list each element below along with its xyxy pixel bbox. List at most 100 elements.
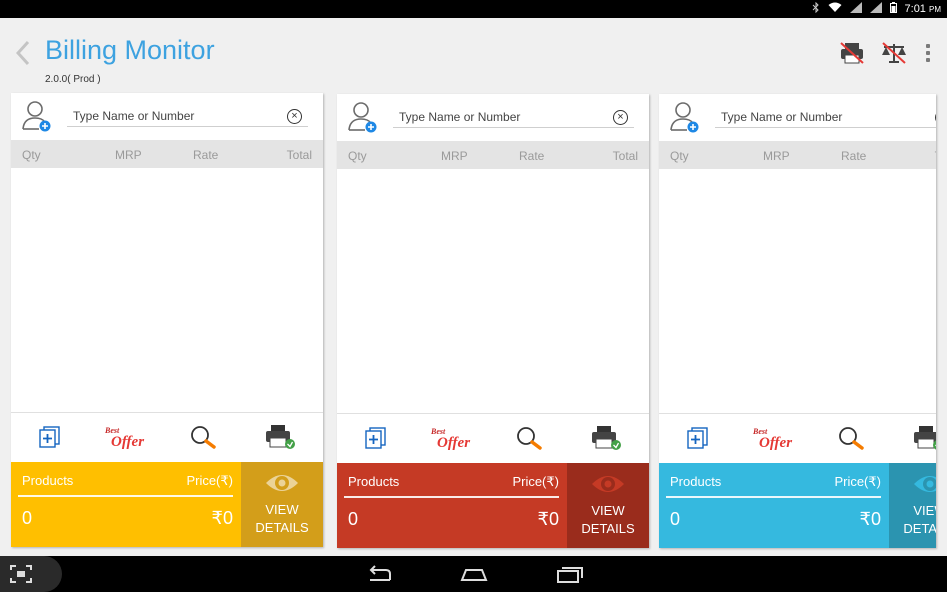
eye-icon xyxy=(266,475,298,491)
scale-disabled-icon[interactable] xyxy=(881,40,907,66)
clock-time: 7:01 xyxy=(904,3,926,15)
item-list[interactable] xyxy=(659,169,936,409)
clear-icon[interactable]: × xyxy=(935,110,936,125)
customer-search-input[interactable] xyxy=(67,107,277,125)
best-offer-icon[interactable]: Best Offer xyxy=(749,425,801,451)
column-header: Qty MRP Rate Total xyxy=(337,141,649,169)
products-label: Products xyxy=(22,473,74,488)
print-icon[interactable] xyxy=(913,425,936,451)
customer-search: × xyxy=(67,107,308,127)
search-icon[interactable] xyxy=(515,425,545,451)
customer-row: × xyxy=(337,94,649,140)
customer-row: × xyxy=(11,93,323,139)
offer-text: Offer xyxy=(437,435,470,450)
add-customer-icon[interactable] xyxy=(348,101,378,133)
products-count: 0 xyxy=(22,508,33,528)
eye-icon xyxy=(592,476,624,492)
view-details-line1: VIEW xyxy=(591,503,625,518)
navigation-bar xyxy=(0,556,947,592)
column-mrp: MRP xyxy=(441,149,468,163)
column-rate: Rate xyxy=(841,149,867,163)
customer-search-input[interactable] xyxy=(715,108,925,126)
add-item-icon[interactable] xyxy=(683,425,713,451)
printer-disabled-icon[interactable] xyxy=(839,40,865,66)
add-customer-icon[interactable] xyxy=(670,101,700,133)
price-total: ₹0 xyxy=(211,508,233,528)
back-icon[interactable] xyxy=(15,40,36,68)
column-total: Total xyxy=(612,149,638,163)
column-header: Qty MRP Rate Total xyxy=(659,141,936,169)
search-icon[interactable] xyxy=(189,424,219,450)
column-qty: Qty xyxy=(348,149,367,163)
bill-footer: Products Price(₹) 0 ₹0 VIEW DETAILS xyxy=(11,462,323,547)
price-total: ₹0 xyxy=(537,509,559,529)
print-icon[interactable] xyxy=(265,424,295,450)
view-details-button[interactable]: VIEW DETAILS xyxy=(241,462,323,547)
column-header: Qty MRP Rate Total xyxy=(11,140,323,168)
app-title: Billing Monitor xyxy=(45,35,215,65)
column-mrp: MRP xyxy=(763,149,790,163)
app-version: 2.0.0( Prod ) xyxy=(45,74,101,85)
battery-icon xyxy=(889,2,897,16)
view-details-line2: DETAILS xyxy=(581,521,635,536)
signal-icon xyxy=(849,2,862,16)
item-list[interactable] xyxy=(337,169,649,409)
panel-toolbar: Best Offer xyxy=(11,412,323,462)
action-bar-icons xyxy=(839,40,933,66)
products-label: Products xyxy=(348,474,400,489)
billing-panel-2: × Qty MRP Rate Total Best Offer Products… xyxy=(337,94,649,548)
bill-summary: Products Price(₹) 0 ₹0 xyxy=(337,463,567,548)
price-total: ₹0 xyxy=(859,509,881,529)
column-qty: Qty xyxy=(670,149,689,163)
back-nav-icon[interactable] xyxy=(366,564,394,589)
eye-icon xyxy=(914,476,936,492)
products-label: Products xyxy=(670,474,722,489)
recent-apps-icon[interactable] xyxy=(556,564,584,589)
view-details-line2: DETAILS xyxy=(255,520,309,535)
price-label: Price(₹) xyxy=(834,474,881,489)
view-details-button[interactable]: VIEW DETAILS xyxy=(567,463,649,548)
status-icons: 7:01 PM xyxy=(812,1,941,16)
products-count: 0 xyxy=(348,509,359,529)
best-offer-icon[interactable]: Best Offer xyxy=(101,424,153,450)
bill-footer: Products Price(₹) 0 ₹0 VIEW DETAILS xyxy=(337,463,649,548)
offer-text: Offer xyxy=(759,435,792,450)
view-details-button[interactable]: VIEW DETAILS xyxy=(889,463,936,548)
bill-summary: Products Price(₹) 0 ₹0 xyxy=(11,462,241,547)
column-total: Total xyxy=(935,149,936,163)
signal-icon xyxy=(869,2,882,16)
customer-search: × xyxy=(715,108,936,128)
summary-divider xyxy=(18,495,233,497)
column-qty: Qty xyxy=(22,148,41,162)
bluetooth-icon xyxy=(812,1,820,16)
offer-text: Offer xyxy=(111,434,144,449)
column-rate: Rate xyxy=(193,148,219,162)
add-customer-icon[interactable] xyxy=(22,100,52,132)
column-rate: Rate xyxy=(519,149,545,163)
customer-row: × xyxy=(659,94,936,140)
column-mrp: MRP xyxy=(115,148,142,162)
panel-toolbar: Best Offer xyxy=(337,413,649,463)
search-icon[interactable] xyxy=(837,425,867,451)
view-details-line1: VIEW xyxy=(265,502,299,517)
bill-footer: Products Price(₹) 0 ₹0 VIEW DETAILS xyxy=(659,463,936,548)
print-icon[interactable] xyxy=(591,425,621,451)
add-item-icon[interactable] xyxy=(35,424,65,450)
column-total: Total xyxy=(286,148,312,162)
clock: 7:01 PM xyxy=(905,3,941,15)
clear-icon[interactable]: × xyxy=(613,110,628,125)
status-bar: 7:01 PM xyxy=(0,0,947,18)
action-bar: Billing Monitor 2.0.0( Prod ) xyxy=(0,18,947,92)
customer-search: × xyxy=(393,108,634,128)
overflow-menu-icon[interactable] xyxy=(923,40,933,66)
item-list[interactable] xyxy=(11,168,323,408)
best-offer-icon[interactable]: Best Offer xyxy=(427,425,479,451)
customer-search-input[interactable] xyxy=(393,108,603,126)
clear-icon[interactable]: × xyxy=(287,109,302,124)
home-nav-icon[interactable] xyxy=(460,564,488,589)
add-item-icon[interactable] xyxy=(361,425,391,451)
wifi-icon xyxy=(828,2,842,16)
price-label: Price(₹) xyxy=(186,473,233,488)
clock-ampm: PM xyxy=(929,5,941,14)
screenshot-icon[interactable] xyxy=(0,556,62,592)
